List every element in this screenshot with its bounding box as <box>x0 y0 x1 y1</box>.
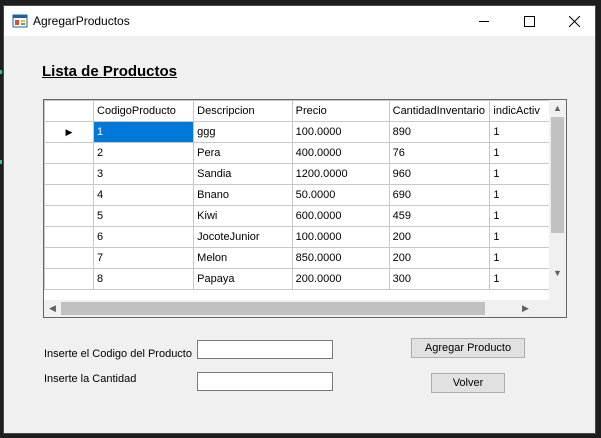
vertical-scroll-thumb[interactable] <box>551 117 564 233</box>
table-row[interactable]: ▶ 1 ggg 100.0000 890 1 <box>44 121 550 143</box>
cell-descripcion[interactable]: Pera <box>193 142 293 164</box>
cell-codigo[interactable]: 4 <box>93 184 195 206</box>
horizontal-scrollbar[interactable]: ◀ ▶ <box>44 300 550 317</box>
cell-precio[interactable]: 1200.0000 <box>291 163 390 185</box>
background-artifact <box>0 70 2 74</box>
cell-cantidad[interactable]: 300 <box>388 268 491 290</box>
minimize-button[interactable] <box>462 6 507 36</box>
scroll-down-icon[interactable]: ▼ <box>549 265 566 282</box>
cell-codigo[interactable]: 6 <box>93 226 195 248</box>
column-header-codigo[interactable]: CodigoProducto <box>93 100 195 122</box>
page-title: Lista de Productos <box>42 63 178 80</box>
table-row[interactable]: 7 Melon 850.0000 200 1 <box>44 247 550 269</box>
row-header[interactable] <box>44 163 95 185</box>
cell-indicactivo[interactable]: 1 <box>489 142 550 164</box>
maximize-button[interactable] <box>507 6 552 36</box>
cantidad-input[interactable] <box>197 372 333 391</box>
row-header[interactable] <box>44 268 95 290</box>
agregar-producto-button[interactable]: Agregar Producto <box>411 338 525 358</box>
row-header-corner[interactable] <box>44 100 95 122</box>
close-icon <box>569 15 580 27</box>
cell-codigo[interactable]: 3 <box>93 163 195 185</box>
cantidad-label: Inserte la Cantidad <box>44 373 137 385</box>
column-header-indicactivo[interactable]: indicActiv <box>489 100 550 122</box>
row-header[interactable] <box>44 247 95 269</box>
title-bar[interactable]: AgregarProductos <box>4 6 595 36</box>
products-datagrid[interactable]: CodigoProducto Descripcion Precio Cantid… <box>43 99 567 318</box>
scroll-left-icon[interactable]: ◀ <box>44 300 61 317</box>
table-row[interactable]: 6 JocoteJunior 100.0000 200 1 <box>44 226 550 248</box>
scroll-up-icon[interactable]: ▲ <box>549 100 566 117</box>
cell-indicactivo[interactable]: 1 <box>489 268 550 290</box>
cell-cantidad[interactable]: 690 <box>388 184 491 206</box>
cell-codigo[interactable]: 7 <box>93 247 195 269</box>
cell-cantidad[interactable]: 76 <box>388 142 491 164</box>
cell-precio[interactable]: 50.0000 <box>291 184 390 206</box>
vertical-scrollbar[interactable]: ▲ ▼ <box>549 100 566 301</box>
cell-indicactivo[interactable]: 1 <box>489 247 550 269</box>
table-row[interactable]: 3 Sandia 1200.0000 960 1 <box>44 163 550 185</box>
agregar-productos-window: AgregarProductos Lista de Productos Codi… <box>3 5 596 434</box>
cell-descripcion[interactable]: Sandia <box>193 163 293 185</box>
cell-indicactivo[interactable]: 1 <box>489 163 550 185</box>
cell-precio[interactable]: 100.0000 <box>291 121 390 143</box>
cell-cantidad[interactable]: 890 <box>388 121 491 143</box>
cell-indicactivo[interactable]: 1 <box>489 121 550 143</box>
cell-cantidad[interactable]: 459 <box>388 205 491 227</box>
cell-precio[interactable]: 200.0000 <box>291 268 390 290</box>
cell-indicactivo[interactable]: 1 <box>489 184 550 206</box>
row-header[interactable] <box>44 142 95 164</box>
table-row[interactable]: 4 Bnano 50.0000 690 1 <box>44 184 550 206</box>
window-title: AgregarProductos <box>33 14 130 28</box>
scroll-right-icon[interactable]: ▶ <box>517 300 534 317</box>
cell-codigo[interactable]: 5 <box>93 205 195 227</box>
cell-descripcion[interactable]: JocoteJunior <box>193 226 293 248</box>
row-header[interactable] <box>44 205 95 227</box>
row-header[interactable]: ▶ <box>44 121 95 143</box>
codigo-label: Inserte el Codigo del Producto <box>44 348 192 360</box>
cell-codigo[interactable]: 1 <box>93 121 195 143</box>
cell-indicactivo[interactable]: 1 <box>489 205 550 227</box>
cell-descripcion[interactable]: Papaya <box>193 268 293 290</box>
cell-precio[interactable]: 850.0000 <box>291 247 390 269</box>
cell-precio[interactable]: 400.0000 <box>291 142 390 164</box>
row-header[interactable] <box>44 226 95 248</box>
table-row[interactable]: 8 Papaya 200.0000 300 1 <box>44 268 550 290</box>
windows-form-icon <box>12 14 28 28</box>
codigo-producto-input[interactable] <box>197 340 333 359</box>
cell-descripcion[interactable]: Kiwi <box>193 205 293 227</box>
cell-codigo[interactable]: 2 <box>93 142 195 164</box>
cell-descripcion[interactable]: ggg <box>193 121 293 143</box>
cell-precio[interactable]: 100.0000 <box>291 226 390 248</box>
cell-cantidad[interactable]: 200 <box>388 226 491 248</box>
scrollbar-corner <box>549 300 566 317</box>
column-header-cantidad[interactable]: CantidadInventario <box>388 100 491 122</box>
cell-precio[interactable]: 600.0000 <box>291 205 390 227</box>
column-header-descripcion[interactable]: Descripcion <box>193 100 293 122</box>
products-table: CodigoProducto Descripcion Precio Cantid… <box>44 100 550 290</box>
maximize-icon <box>524 15 535 27</box>
minimize-icon <box>479 20 489 22</box>
cell-cantidad[interactable]: 960 <box>388 163 491 185</box>
close-button[interactable] <box>552 6 597 36</box>
cell-cantidad[interactable]: 200 <box>388 247 491 269</box>
row-pointer-icon: ▶ <box>65 127 73 137</box>
cell-descripcion[interactable]: Melon <box>193 247 293 269</box>
cell-indicactivo[interactable]: 1 <box>489 226 550 248</box>
background-artifact <box>0 160 2 164</box>
column-header-precio[interactable]: Precio <box>291 100 390 122</box>
row-header[interactable] <box>44 184 95 206</box>
horizontal-scroll-thumb[interactable] <box>61 302 485 315</box>
table-row[interactable]: 5 Kiwi 600.0000 459 1 <box>44 205 550 227</box>
cell-codigo[interactable]: 8 <box>93 268 195 290</box>
cell-descripcion[interactable]: Bnano <box>193 184 293 206</box>
volver-button[interactable]: Volver <box>431 373 505 393</box>
table-row[interactable]: 2 Pera 400.0000 76 1 <box>44 142 550 164</box>
